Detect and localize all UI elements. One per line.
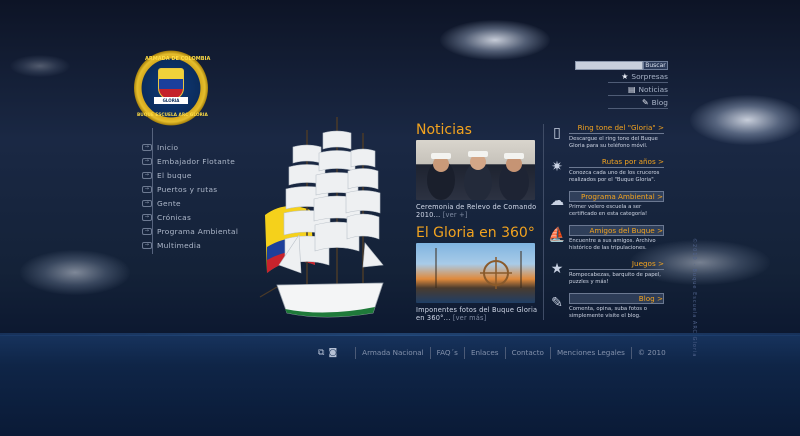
news-photo-officers[interactable] xyxy=(416,140,535,200)
arrow-icon: → xyxy=(142,199,152,207)
feature-desc: Comenta, opina, suba fotos o simplemente… xyxy=(569,306,647,319)
feature-blog[interactable]: ✎ Blog > Comenta, opina, suba fotos o si… xyxy=(544,293,664,327)
feature-title[interactable]: Programa Ambiental > xyxy=(569,191,664,202)
ship-icon: ⛵ xyxy=(548,227,566,243)
star-icon: ★ xyxy=(550,261,564,277)
arrow-icon: → xyxy=(142,227,152,235)
toplink-sorpresas[interactable]: ★ Sorpresas xyxy=(608,70,668,83)
nav-label: Puertos y rutas xyxy=(157,184,218,194)
sailing-ship-icon xyxy=(259,117,384,318)
feature-desc: Descargue el ring tone del Buque Gloria … xyxy=(569,136,658,149)
arrow-icon: → xyxy=(142,213,152,221)
camera-icon[interactable]: ◙ xyxy=(328,348,337,358)
arrow-icon: → xyxy=(142,157,152,165)
logo-ring-top: ARMADA DE COLOMBIA xyxy=(145,56,211,62)
nav-item-embajador[interactable]: → Embajador Flotante xyxy=(115,154,255,168)
feature-title[interactable]: Amigos del Buque > xyxy=(569,225,664,236)
feature-desc: Encuentre a sus amigos. Archivo históric… xyxy=(569,238,656,251)
news-section: Noticias Ceremonia de Relevo de Comando … xyxy=(416,122,540,322)
arrow-icon: → xyxy=(142,241,152,249)
officers-photo xyxy=(427,151,529,200)
footer: ⧉ ◙ Armada Nacional FAQ´s Enlaces Contac… xyxy=(318,346,672,360)
cloud-icon: ☁ xyxy=(550,193,564,209)
feature-amigos[interactable]: ⛵ Amigos del Buque > Encuentre a sus ami… xyxy=(544,225,664,259)
feature-programa-ambiental[interactable]: ☁ Programa Ambiental > Primer velero esc… xyxy=(544,191,664,225)
feature-title[interactable]: Blog > xyxy=(569,293,664,304)
feature-title[interactable]: Rutas por años > xyxy=(569,157,664,168)
feature-title[interactable]: Ring tone del "Gloria" > xyxy=(569,123,664,134)
nav-label: Embajador Flotante xyxy=(157,156,236,166)
nav-label: El buque xyxy=(157,170,192,180)
top-links: ★ Sorpresas ▤ Noticias ✎ Blog xyxy=(608,70,668,109)
footer-copyright: © 2010 xyxy=(630,347,672,359)
read-more-link[interactable]: [ver +] xyxy=(443,211,468,219)
nav-item-gente[interactable]: → Gente xyxy=(115,196,255,210)
nav-item-inicio[interactable]: → Inicio xyxy=(115,140,255,154)
footer-link-legales[interactable]: Menciones Legales xyxy=(549,347,631,359)
footer-icons: ⧉ ◙ xyxy=(318,348,337,358)
nav-label: Crónicas xyxy=(157,212,192,222)
news-caption-2[interactable]: Imponentes fotos del Buque Gloria en 360… xyxy=(416,306,540,322)
search-button[interactable]: Buscar xyxy=(643,61,668,70)
toplink-label: Noticias xyxy=(638,84,669,94)
nav-item-puertos[interactable]: → Puertos y rutas xyxy=(115,182,255,196)
footer-link-enlaces[interactable]: Enlaces xyxy=(463,347,505,359)
toplink-blog[interactable]: ✎ Blog xyxy=(608,96,668,109)
feature-desc: Primer velero escuela a ser certificado … xyxy=(569,204,648,217)
edit-icon: ✎ xyxy=(551,295,563,311)
read-more-link[interactable]: [ver más] xyxy=(453,314,487,322)
edit-icon: ✎ xyxy=(641,97,649,107)
feature-title[interactable]: Juegos > xyxy=(569,259,664,270)
cloud xyxy=(440,20,550,60)
nav-item-programa-ambiental[interactable]: → Programa Ambiental xyxy=(115,224,255,238)
nav-item-el-buque[interactable]: → El buque xyxy=(115,168,255,182)
shield-icon xyxy=(158,68,184,100)
main-nav: → Inicio → Embajador Flotante → El buque → P… xyxy=(115,140,255,252)
footer-link-faq[interactable]: FAQ´s xyxy=(429,347,464,359)
feature-juegos[interactable]: ★ Juegos > Rompecabezas, barquito de pap… xyxy=(544,259,664,293)
cloud xyxy=(10,55,70,77)
cloud xyxy=(690,95,800,145)
news-photo-harbor[interactable] xyxy=(416,243,535,303)
toplink-label: Sorpresas xyxy=(631,71,668,81)
logo-ring-bottom: BUQUE ESCUELA ARC GLORIA xyxy=(137,113,208,118)
news-caption-1[interactable]: Ceremonia de Relevo de Comando 2010... [… xyxy=(416,203,540,219)
arrow-icon: → xyxy=(142,143,152,151)
footer-link-armada[interactable]: Armada Nacional xyxy=(355,347,430,359)
star-icon: ★ xyxy=(621,71,629,81)
nav-label: Inicio xyxy=(157,142,179,152)
search-input[interactable] xyxy=(575,61,643,70)
feature-ringtone[interactable]: ▯ Ring tone del "Gloria" > Descargue el … xyxy=(544,123,664,157)
features-column: ▯ Ring tone del "Gloria" > Descargue el … xyxy=(544,123,664,327)
horizon xyxy=(0,333,800,336)
arrow-icon: → xyxy=(142,171,152,179)
newspaper-icon: ▤ xyxy=(627,84,636,94)
caption-text: Ceremonia de Relevo de Comando 2010... xyxy=(416,203,537,219)
vertical-credit: ©2010 · Buque Escuela ARC Gloria xyxy=(691,238,697,358)
navy-logo[interactable]: ARMADA DE COLOMBIA GLORIA BUQUE ESCUELA … xyxy=(134,50,211,126)
search-bar: Buscar xyxy=(575,61,668,70)
footer-link-contacto[interactable]: Contacto xyxy=(504,347,550,359)
feature-desc: Rompecabezas, barquito de papel, puzzles… xyxy=(569,272,661,285)
network-icon[interactable]: ⧉ xyxy=(318,348,324,358)
toplink-noticias[interactable]: ▤ Noticias xyxy=(608,83,668,96)
gloria-360-heading[interactable]: El Gloria en 360° xyxy=(416,225,540,241)
phone-icon: ▯ xyxy=(553,125,561,141)
logo-ribbon: GLORIA xyxy=(154,97,188,104)
harbor-photo xyxy=(435,248,522,289)
nav-item-multimedia[interactable]: → Multimedia xyxy=(115,238,255,252)
nav-label: Multimedia xyxy=(157,240,202,250)
toplink-label: Blog xyxy=(651,97,668,107)
compass-icon: ✷ xyxy=(551,159,563,175)
feature-desc: Conozca cada uno de los cruceros realiza… xyxy=(569,170,660,183)
cloud xyxy=(20,250,130,295)
ship-illustration xyxy=(255,115,390,330)
nav-label: Programa Ambiental xyxy=(157,226,239,236)
arrow-icon: → xyxy=(142,185,152,193)
feature-rutas[interactable]: ✷ Rutas por años > Conozca cada uno de l… xyxy=(544,157,664,191)
news-heading[interactable]: Noticias xyxy=(416,122,540,138)
nav-label: Gente xyxy=(157,198,181,208)
nav-item-cronicas[interactable]: → Crónicas xyxy=(115,210,255,224)
